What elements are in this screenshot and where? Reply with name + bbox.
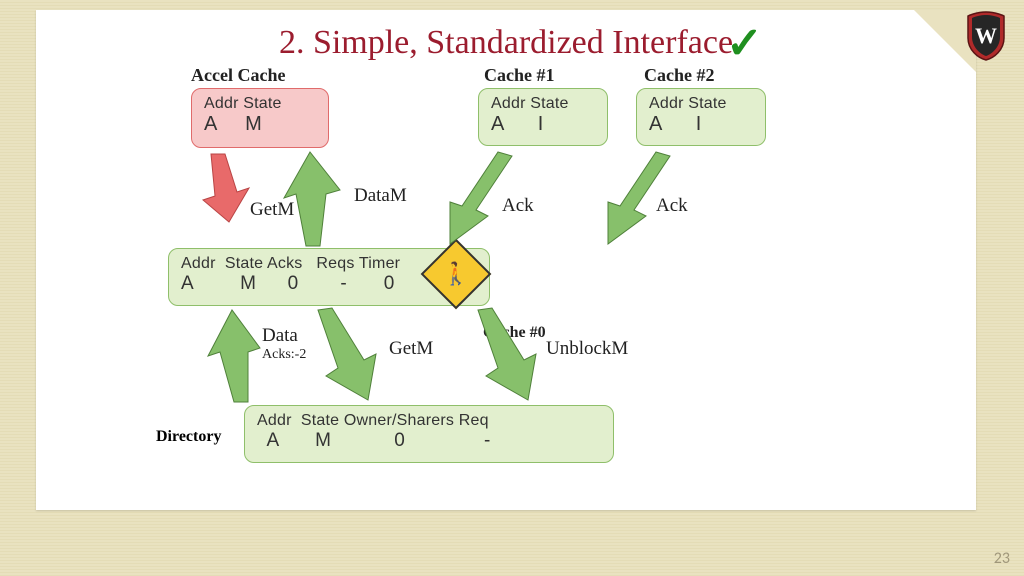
- msg-datam: DataM: [354, 185, 407, 207]
- msg-acks-2: Acks:-2: [262, 347, 306, 363]
- box-accel-cache: Addr State A M: [191, 88, 329, 148]
- box-directory-row: A M 0 -: [257, 430, 603, 452]
- box-accel-addr: A: [204, 113, 217, 135]
- msg-getm-2: GetM: [389, 338, 433, 360]
- slide-canvas: 2. Simple, Standardized Interface ✓ Acce…: [36, 10, 976, 510]
- label-accel-cache: Accel Cache: [191, 65, 285, 86]
- arrow-ack2-down: [594, 150, 674, 248]
- arrow-data-up: [204, 308, 264, 404]
- box-cache1-header: Addr State: [491, 95, 597, 113]
- box-cache2-header: Addr State: [649, 95, 755, 113]
- arrow-ack1-down: [436, 150, 516, 248]
- label-cache1: Cache #1: [484, 65, 555, 86]
- svg-text:W: W: [975, 23, 997, 48]
- box-cache2: Addr State A I: [636, 88, 766, 146]
- label-cache2: Cache #2: [644, 65, 715, 86]
- box-directory: Addr State Owner/Sharers Req A M 0 -: [244, 405, 614, 463]
- checkmark-icon: ✓: [726, 18, 763, 69]
- box-cache2-addr: A: [649, 113, 662, 135]
- crest-icon: W: [966, 10, 1006, 62]
- page-number: 23: [994, 549, 1010, 568]
- msg-unblockm: UnblockM: [546, 338, 628, 360]
- arrow-datam-up: [290, 150, 354, 248]
- box-accel-header: Addr State: [204, 95, 318, 113]
- arrow-getm-down: [203, 150, 263, 230]
- box-cache1-addr: A: [491, 113, 504, 135]
- slide-title: 2. Simple, Standardized Interface: [36, 24, 976, 62]
- label-directory: Directory: [156, 428, 221, 446]
- box-accel-state: M: [245, 113, 262, 135]
- arrow-unblockm-down: [472, 308, 544, 404]
- msg-data: Data: [262, 325, 298, 347]
- arrow-getm2-down: [312, 308, 384, 404]
- box-cache1-state: I: [538, 113, 544, 135]
- pedestrian-icon: 🚶: [442, 261, 469, 287]
- box-directory-header: Addr State Owner/Sharers Req: [257, 412, 603, 430]
- box-cache1: Addr State A I: [478, 88, 608, 146]
- box-cache2-state: I: [696, 113, 702, 135]
